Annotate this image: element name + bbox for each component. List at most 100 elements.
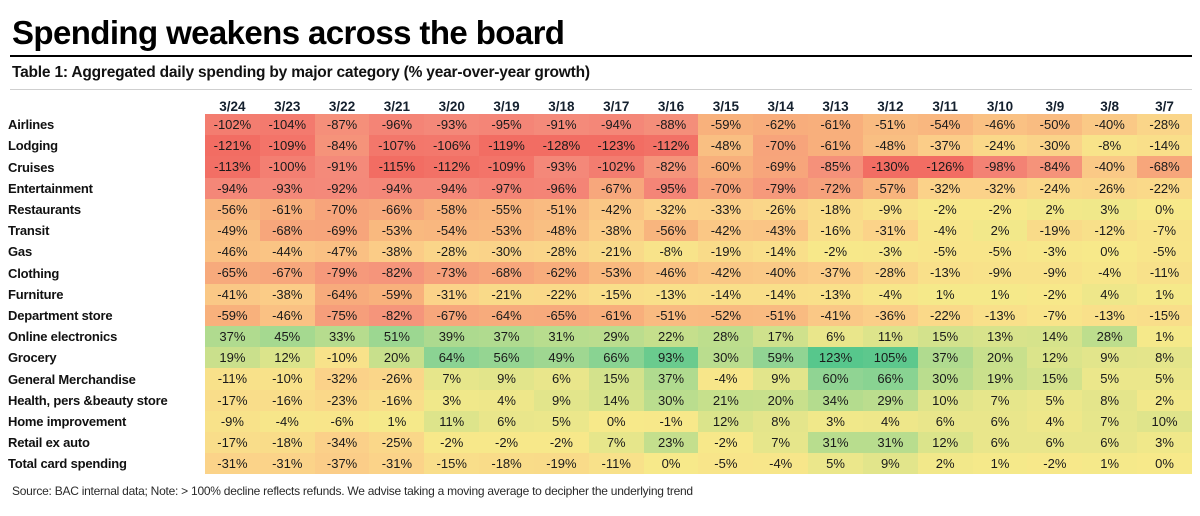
heatmap-cell: 8% [753,410,809,433]
heatmap-cell: -38% [588,220,644,242]
heatmap-cell: -4% [862,283,918,305]
heatmap-cell: 9% [479,368,534,390]
heatmap-cell: -87% [314,114,370,136]
heatmap-cell: 3% [1137,432,1192,454]
heatmap-cell: 7% [972,389,1028,411]
heatmap-cell: -41% [808,304,863,327]
heatmap-cell: 4% [479,389,534,411]
heatmap-cell: -26% [369,368,425,390]
heatmap-cell: -40% [1082,114,1138,136]
table-page: Spending weakens across the board Table … [0,0,1200,516]
heatmap-cell: -10% [259,368,315,390]
table-header-row: 3/24 3/23 3/22 3/21 3/20 3/19 3/18 3/17 3/16 3/15… [8,92,1192,114]
heatmap-cell: -100% [259,156,315,178]
heatmap-cell: -24% [972,135,1028,157]
heatmap-cell: -61% [808,114,863,136]
heatmap-cell: 56% [479,347,534,369]
page-title: Spending weakens across the board [12,14,565,51]
heatmap-cell: 9% [862,453,918,475]
heatmap-cell: -31% [205,453,260,475]
heatmap-cell: 4% [862,410,918,433]
heatmap-cell: 12% [259,347,315,369]
heatmap-cell: -4% [753,453,809,475]
heatmap-cell: -65% [533,304,589,327]
heatmap-cell: 19% [972,368,1028,390]
heatmap-cell: 9% [1082,347,1138,369]
heatmap-cell: 0% [588,410,644,433]
heatmap-cell: 5% [808,453,863,475]
heatmap-cell: -92% [314,177,370,199]
heatmap-cell: -59% [698,114,754,136]
row-label-category: Department store [8,304,205,327]
heatmap-cell: -94% [588,114,644,136]
source-footnote: Source: BAC internal data; Note: > 100% … [12,484,693,499]
heatmap-cell: -7% [1027,304,1083,327]
heatmap-cell: -38% [259,283,315,305]
heatmap-cell: -2% [1027,453,1083,475]
heatmap-cell: -2% [698,432,754,454]
heatmap-cell: -2% [479,432,534,454]
column-header-date: 3/19 [479,92,534,114]
heatmap-cell: -73% [424,262,480,284]
heatmap-cell: -11% [588,453,644,475]
heatmap-cell: 5% [1137,368,1192,390]
heatmap-cell: 1% [369,410,425,433]
row-label-category: Transit [8,220,205,242]
row-label-category: Entertainment [8,177,205,199]
heatmap-cell: -82% [369,262,425,284]
heatmap-cell: -5% [917,241,973,263]
row-label-category: Online electronics [8,326,205,348]
heatmap-cell: 14% [1027,326,1083,348]
heatmap-cell: -69% [753,156,809,178]
heatmap-cell: -79% [314,262,370,284]
heatmap-cell: 2% [1137,389,1192,411]
row-label-category: Restaurants [8,198,205,221]
heatmap-cell: 1% [1137,283,1192,305]
heatmap-cell: -19% [698,241,754,263]
heatmap-cell: 28% [698,326,754,348]
heatmap-cell: -109% [259,135,315,157]
heatmap-cell: -37% [314,453,370,475]
heatmap-cell: -19% [1027,220,1083,242]
heatmap-cell: -32% [972,177,1028,199]
heatmap-cell: 30% [917,368,973,390]
heatmap-cell: -66% [369,198,425,221]
heatmap-cell: -119% [479,135,534,157]
row-label-category: Airlines [8,114,205,136]
heatmap-cell: -2% [808,241,863,263]
heatmap-cell: 1% [972,453,1028,475]
heatmap-cell: 3% [808,410,863,433]
heatmap-cell: -22% [1137,177,1192,199]
heatmap-cell: 11% [424,410,480,433]
heatmap-cell: -38% [369,241,425,263]
heatmap-cell: -13% [808,283,863,305]
heatmap-cell: 105% [862,347,918,369]
column-header-date: 3/23 [259,92,315,114]
heatmap-cell: 12% [1027,347,1083,369]
heatmap-cell: 9% [753,368,809,390]
heatmap-cell: 17% [753,326,809,348]
heatmap-cell: -37% [917,135,973,157]
heatmap-cell: -17% [205,432,260,454]
heatmap-cell: -54% [424,220,480,242]
heatmap-cell: -42% [588,198,644,221]
heatmap-cell: -2% [533,432,589,454]
heatmap-cell: -14% [753,241,809,263]
heatmap-cell: -96% [369,114,425,136]
heatmap-cell: -93% [533,156,589,178]
heatmap-cell: -112% [424,156,480,178]
heatmap-cell: 45% [259,326,315,348]
heatmap-cell: -64% [314,283,370,305]
heatmap-cell: -44% [259,241,315,263]
heatmap-cell: -65% [205,262,260,284]
heatmap-cell: 29% [588,326,644,348]
heatmap-cell: -123% [588,135,644,157]
heatmap-cell: 30% [643,389,699,411]
heatmap-cell: -28% [533,241,589,263]
heatmap-cell: -4% [917,220,973,242]
heatmap-cell: -61% [259,198,315,221]
table-row: Entertainment -94% -93% -92% -94% -94% -97% -96… [8,177,1192,199]
heatmap-cell: -2% [917,198,973,221]
table-row: Health, pers &beauty store -17% -16% -23% -1… [8,389,1192,411]
heatmap-cell: 6% [917,410,973,433]
